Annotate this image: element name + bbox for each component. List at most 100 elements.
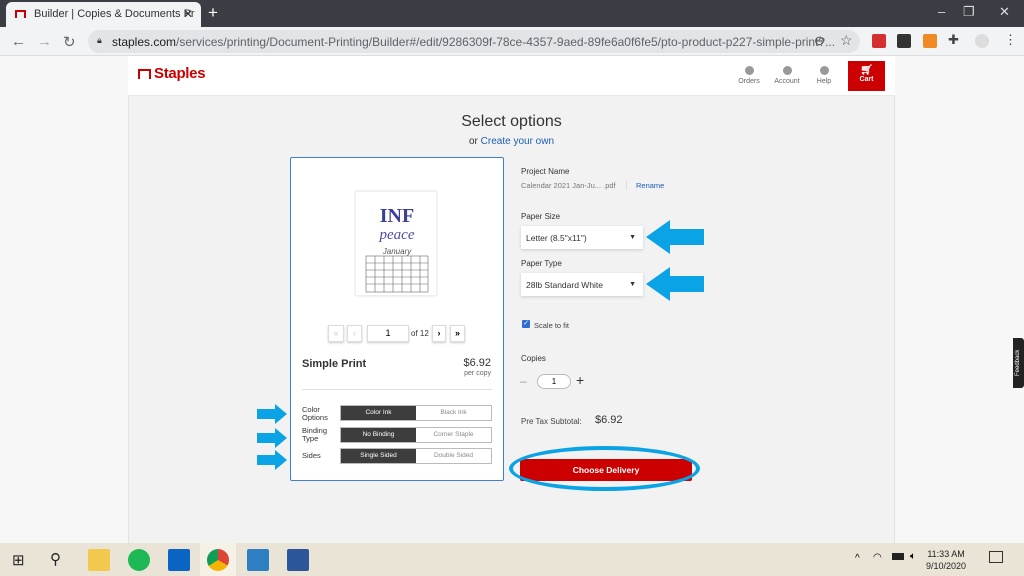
- extension-icon[interactable]: [872, 34, 886, 48]
- volume-icon[interactable]: 🔈︎: [910, 551, 916, 562]
- reload-icon[interactable]: ↻: [63, 33, 76, 51]
- paper-size-select[interactable]: Letter (8.5"x11") ▼: [521, 226, 643, 249]
- paper-size-label: Paper Size: [521, 212, 561, 221]
- svg-text:January: January: [382, 247, 412, 256]
- create-your-own-link[interactable]: Create your own: [481, 136, 554, 147]
- dropdown-caret-icon: ▼: [629, 281, 636, 288]
- scale-to-fit-label: Scale to fit: [534, 321, 570, 330]
- product-price: $6.92: [463, 357, 491, 369]
- feedback-tab[interactable]: Feedback: [1013, 338, 1024, 388]
- outlook-icon[interactable]: [168, 549, 190, 571]
- sides-toggle: Single Sided Double Sided: [340, 448, 492, 464]
- extension-honey-icon[interactable]: [923, 34, 937, 48]
- color-options-toggle: Color Ink Black Ink: [340, 405, 492, 421]
- menu-icon[interactable]: ⋮: [1004, 32, 1017, 48]
- close-window-button[interactable]: ✕: [999, 4, 1010, 20]
- paper-type-select[interactable]: 28lb Standard White ▼: [521, 273, 643, 296]
- increment-button[interactable]: +: [576, 372, 584, 388]
- option-label-color: Color Options: [302, 405, 328, 422]
- annotation-arrow-icon: [646, 267, 704, 301]
- back-icon[interactable]: ←: [11, 33, 26, 50]
- last-page-button[interactable]: »: [450, 325, 465, 342]
- first-page-button[interactable]: «: [328, 325, 344, 342]
- binding-type-toggle: No Binding Corner Staple: [340, 427, 492, 443]
- project-name-label: Project Name: [521, 167, 570, 176]
- zoom-icon[interactable]: ⊖: [814, 33, 825, 49]
- account-icon: [782, 66, 792, 75]
- annotation-arrow-icon: [646, 220, 704, 254]
- chrome-icon[interactable]: [207, 549, 229, 571]
- bookmark-star-icon[interactable]: ☆: [840, 32, 853, 49]
- staples-favicon-icon: [15, 10, 26, 18]
- show-hidden-icons[interactable]: ^: [855, 553, 860, 564]
- divider: [302, 389, 492, 390]
- extension-layers-icon[interactable]: [897, 34, 911, 48]
- option-label-sides: Sides: [302, 451, 321, 460]
- price-unit: per copy: [464, 370, 491, 377]
- svg-text:peace: peace: [379, 227, 415, 243]
- annotation-arrow-icon: [257, 428, 287, 448]
- prev-page-button[interactable]: ‹: [347, 325, 362, 342]
- product-name: Simple Print: [302, 358, 367, 370]
- dropdown-caret-icon: ▼: [629, 234, 636, 241]
- notifications-icon[interactable]: [989, 551, 1003, 563]
- photos-icon[interactable]: [247, 549, 269, 571]
- url-host: staples.com: [112, 35, 177, 49]
- annotation-arrow-icon: [257, 450, 287, 470]
- calendar-preview-image: INF peace January: [365, 205, 429, 293]
- file-explorer-icon[interactable]: [88, 549, 110, 571]
- wifi-icon[interactable]: ◠: [873, 552, 882, 563]
- clock[interactable]: 11:33 AM 9/10/2020: [926, 548, 966, 572]
- minimize-button[interactable]: –: [938, 4, 945, 19]
- url-input[interactable]: 🔒︎ staples.com/services/printing/Document…: [88, 30, 860, 53]
- copies-label: Copies: [521, 354, 546, 363]
- spotify-icon[interactable]: [128, 549, 150, 571]
- corner-staple-option[interactable]: Corner Staple: [416, 428, 491, 442]
- new-tab-button[interactable]: +: [208, 3, 218, 23]
- no-binding-option[interactable]: No Binding: [341, 428, 416, 442]
- browser-tab[interactable]: Builder | Copies & Documents Pr ✕: [6, 2, 201, 27]
- page-number-input[interactable]: 1: [367, 325, 409, 342]
- restore-button[interactable]: ❐: [963, 4, 975, 20]
- page-title: Select options: [461, 113, 562, 130]
- battery-icon[interactable]: [892, 553, 904, 560]
- cart-icon: 🛒︎: [860, 65, 873, 76]
- paper-type-label: Paper Type: [521, 259, 562, 268]
- copies-input[interactable]: 1: [537, 374, 571, 389]
- annotation-arrow-icon: [257, 404, 287, 424]
- annotation-ellipse: [509, 446, 700, 491]
- subtotal-value: $6.92: [595, 414, 623, 426]
- decrement-button[interactable]: –: [520, 374, 527, 388]
- single-sided-option[interactable]: Single Sided: [341, 449, 416, 463]
- double-sided-option[interactable]: Double Sided: [416, 449, 491, 463]
- windows-start-icon[interactable]: ⊞: [12, 551, 25, 569]
- account-link[interactable]: Account: [770, 66, 804, 85]
- lock-icon: 🔒︎: [97, 35, 102, 45]
- separator: [626, 180, 627, 190]
- page-count: of 12: [411, 329, 429, 338]
- svg-text:INF: INF: [380, 205, 414, 227]
- document-preview: INF peace January: [355, 191, 437, 296]
- help-link[interactable]: Help: [807, 66, 841, 85]
- orders-link[interactable]: Orders: [732, 66, 766, 85]
- orders-icon: [744, 66, 754, 75]
- black-ink-option[interactable]: Black Ink: [416, 406, 491, 420]
- cart-button[interactable]: 🛒︎ Cart: [848, 61, 885, 91]
- url-path: /services/printing/Document-Printing/Bui…: [176, 35, 836, 49]
- forward-icon[interactable]: →: [37, 33, 52, 50]
- extensions-puzzle-icon[interactable]: ✚: [948, 32, 959, 48]
- staples-logo[interactable]: Staples: [138, 65, 206, 82]
- subtitle: or Create your own: [468, 136, 555, 147]
- taskbar: [0, 543, 1024, 576]
- scale-to-fit-checkbox[interactable]: ✓: [522, 320, 530, 328]
- subtotal-label: Pre Tax Subtotal:: [521, 417, 582, 426]
- close-tab-icon[interactable]: ✕: [183, 7, 193, 21]
- rename-link[interactable]: Rename: [636, 181, 664, 190]
- project-name-value: Calendar 2021 Jan-Ju... .pdf: [521, 181, 616, 190]
- color-ink-option[interactable]: Color Ink: [341, 406, 416, 420]
- search-icon[interactable]: ⚲: [50, 550, 61, 568]
- next-page-button[interactable]: ›: [432, 325, 446, 342]
- help-icon: [819, 66, 829, 75]
- word-icon[interactable]: [287, 549, 309, 571]
- profile-avatar[interactable]: [975, 34, 989, 48]
